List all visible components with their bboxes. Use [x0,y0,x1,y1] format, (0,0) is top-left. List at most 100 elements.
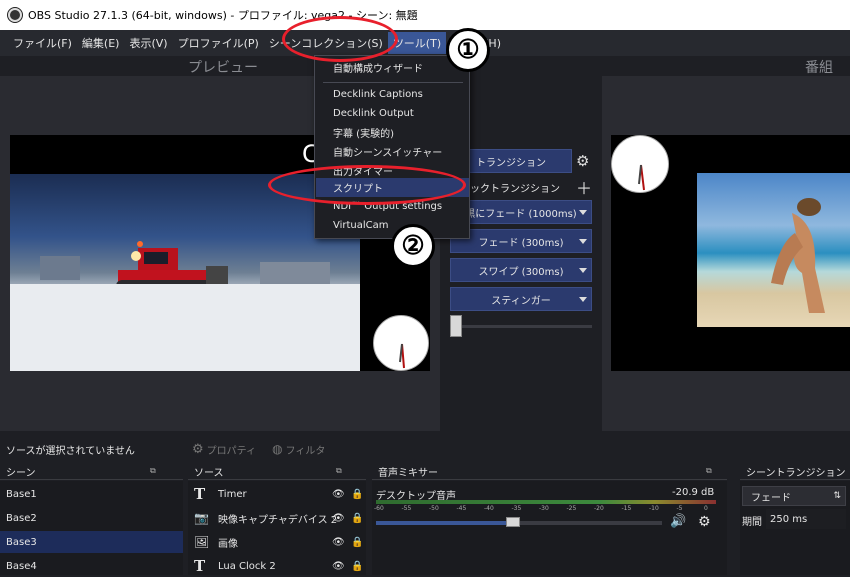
preview-clock [373,315,429,371]
source-item-timer[interactable]: T Timer 👁 🔒 [188,483,366,505]
properties-label: プロパティ [206,445,257,457]
scene-item-base4[interactable]: Base4 [0,555,183,577]
program-label: 番組 [805,60,833,76]
lock-icon[interactable]: 🔒 [351,561,363,572]
menu-profile[interactable]: プロファイル(P) [173,32,264,54]
menu-view[interactable]: 表示(V) [124,32,172,54]
transition-select[interactable]: フェード ⇅ [742,486,846,506]
lock-icon[interactable]: 🔒 [351,513,363,524]
quick-transition-fade-to-black[interactable]: 黒にフェード (1000ms) [450,200,592,224]
mixer-gear-icon[interactable]: ⚙ [698,514,711,530]
meter-tick-label: -45 [456,505,467,512]
quick-transition-label: 黒にフェード (1000ms) [465,208,577,220]
menu-item-virtualcam[interactable]: VirtualCam [316,216,469,235]
tools-dropdown-menu: 自動構成ウィザード Decklink Captions Decklink Out… [314,55,470,239]
eye-icon[interactable]: 👁 [332,561,345,572]
meter-tick-label: -5 [676,505,683,512]
highlight-circle-scripts-item [268,165,466,205]
meter-tick-label: -30 [539,505,549,512]
source-name: Lua Clock 2 [218,560,276,572]
photo-scenery [10,256,360,371]
camera-icon: 📷 [194,511,209,525]
meter-tick-label: -35 [511,505,522,512]
duration-label: 期間 [742,517,762,528]
transition-slider-handle[interactable] [450,315,462,337]
scene-transitions-dock-title: シーントランジション [740,464,850,480]
transition-slider-track[interactable] [450,325,592,328]
eye-icon[interactable]: 👁 [332,489,345,500]
menu-bar: ファイル(F) 編集(E) 表示(V) プロファイル(P) シーンコレクション(… [0,30,850,56]
dock-float-icon[interactable]: ⧉ [706,466,712,476]
quick-transition-swipe[interactable]: スワイプ (300ms) [450,258,592,282]
eye-icon[interactable]: 👁 [332,513,345,524]
preview-label: プレビュー [188,60,258,76]
transition-settings-gear-icon[interactable]: ⚙ [576,152,589,170]
menu-item-decklink-captions[interactable]: Decklink Captions [316,85,469,104]
gear-icon: ⚙ [192,441,204,457]
clock-icon [399,343,405,369]
meter-tick-label: -15 [621,505,632,512]
menu-separator [323,82,463,83]
dock-float-icon[interactable]: ⧉ [336,466,342,476]
eye-icon[interactable]: 👁 [332,537,345,548]
lock-icon[interactable]: 🔒 [351,537,363,548]
duration-input[interactable]: 250 ms [766,509,846,529]
source-name: 画像 [218,538,238,550]
obs-logo-icon [8,8,22,22]
properties-button[interactable]: ⚙ プロパティ [192,442,256,457]
volume-slider-fill [376,521,514,525]
filters-label: フィルタ [285,445,326,457]
source-item-video-capture[interactable]: 📷 映像キャプチャデバイス 2 👁 🔒 [188,507,366,529]
filters-button[interactable]: ◍ フィルタ [272,442,325,457]
source-item-image[interactable]: 🖼 画像 👁 🔒 [188,531,366,553]
volume-slider-handle[interactable] [506,517,521,527]
image-icon: 🖼 [194,535,210,549]
quick-transition-label: スティンガー [491,295,551,307]
dock-float-icon[interactable]: ⧉ [150,466,156,476]
filter-icon: ◍ [272,442,283,456]
no-source-selected-text: ソースが選択されていません [6,445,135,457]
title-bar: OBS Studio 27.1.3 (64-bit, windows) - プロ… [0,0,850,30]
menu-edit[interactable]: 編集(E) [77,32,125,54]
meter-tick-label: -25 [566,505,577,512]
mixer-level-db: -20.9 dB [672,487,715,498]
quick-transition-stinger[interactable]: スティンガー [450,287,592,311]
menu-file[interactable]: ファイル(F) [8,32,77,54]
clock-icon [638,164,645,191]
program-clock [611,135,669,193]
chevron-updown-icon: ⇅ [833,491,841,501]
menu-item-decklink-output[interactable]: Decklink Output [316,104,469,123]
highlight-circle-tools-menu [282,16,398,62]
scene-item-base2[interactable]: Base2 [0,507,183,529]
annotation-badge-two: ② [391,224,435,268]
meter-tick-label: -50 [429,505,439,512]
scene-item-base3[interactable]: Base3 [0,531,183,553]
audio-level-meter [376,500,716,504]
meter-tick-label: 0 [704,505,708,512]
chevron-down-icon[interactable] [579,268,587,273]
snowcat-photo [10,174,360,371]
source-toolbar: ソースが選択されていません ⚙ プロパティ ◍ フィルタ [0,436,850,462]
add-quick-transition-plus-icon[interactable]: ＋ [576,175,592,199]
chevron-down-icon[interactable] [579,239,587,244]
menu-item-captions-experimental[interactable]: 字幕 (実験的) [316,123,469,142]
meter-scale: -60 -55 -50 -45 -40 -35 -30 -25 -20 -15 -10 -5 0 [374,505,720,515]
quick-transition-fade[interactable]: フェード (300ms) [450,229,592,253]
scene-item-base1[interactable]: Base1 [0,483,183,505]
chevron-down-icon[interactable] [579,210,587,215]
chevron-down-icon[interactable] [579,297,587,302]
meter-tick-label: -40 [484,505,494,512]
source-name: Timer [218,488,247,500]
transition-select-value: フェード [751,492,791,504]
menu-item-auto-scene-switcher[interactable]: 自動シーンスイッチャー [316,142,469,161]
mixer-dock-title: 音声ミキサー [372,464,727,480]
speaker-icon[interactable]: 🔊 [670,514,686,529]
lock-icon[interactable]: 🔒 [351,489,363,500]
quick-transition-label: スワイプ (300ms) [478,266,564,278]
meter-tick-label: -10 [649,505,659,512]
yoga-figure-image [771,198,825,313]
meter-tick-label: -20 [594,505,604,512]
source-item-lua-clock[interactable]: T Lua Clock 2 👁 🔒 [188,555,366,577]
meter-tick-label: -55 [401,505,412,512]
text-icon: T [194,485,206,503]
